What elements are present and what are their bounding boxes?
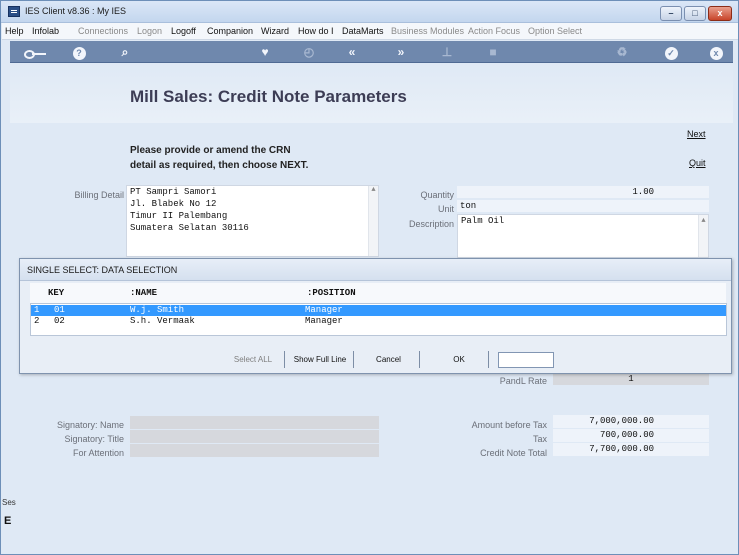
stop-icon[interactable]: ■ — [484, 44, 502, 60]
amount-before-tax-label: Amount before Tax — [471, 420, 547, 430]
menu-how-do-i[interactable]: How do I — [298, 26, 334, 36]
button-separator — [419, 351, 420, 368]
signatory-name-label: Signatory: Name — [56, 420, 124, 430]
row-number: 2 — [34, 316, 40, 326]
credit-note-total-field[interactable]: 7,700,000.00 — [553, 443, 709, 456]
dialog-button-bar: Select ALL Show Full Line Cancel OK — [20, 349, 731, 369]
data-selection-dialog: SINGLE SELECT: DATA SELECTION KEY :NAME … — [19, 258, 732, 374]
selection-list: 1 01 W.j. Smith Manager 2 02 S.h. Vermaa… — [30, 303, 727, 336]
menu-business-modules[interactable]: Business Modules — [391, 26, 464, 36]
button-separator — [353, 351, 354, 368]
back-icon[interactable]: « — [343, 44, 361, 60]
quit-link[interactable]: Quit — [689, 158, 706, 168]
billing-line: Jl. Blabek No 12 — [130, 199, 217, 209]
description-value: Palm Oil — [461, 216, 505, 226]
dialog-search-input[interactable] — [498, 352, 554, 368]
row-name: W.j. Smith — [130, 305, 185, 315]
quantity-field[interactable]: 1.00 — [457, 186, 709, 198]
row-name: S.h. Vermaak — [130, 316, 195, 326]
key-icon[interactable] — [22, 44, 48, 60]
session-icon: E — [4, 515, 12, 527]
description-label: Description — [408, 219, 454, 229]
ok-icon[interactable]: ✓ — [662, 44, 680, 60]
cancel-button[interactable]: Cancel — [360, 352, 417, 367]
quantity-label: Quantity — [420, 190, 454, 200]
signatory-title-field[interactable] — [130, 430, 379, 443]
history-icon[interactable]: ◴ — [300, 44, 318, 60]
row-position: Manager — [305, 316, 343, 326]
column-header-name[interactable]: :NAME — [130, 288, 157, 298]
pin-icon[interactable]: ⊥ — [438, 44, 456, 60]
close-button[interactable]: x — [708, 6, 732, 21]
ok-button[interactable]: OK — [430, 352, 488, 367]
column-header-position[interactable]: :POSITION — [307, 288, 356, 298]
next-link[interactable]: Next — [687, 129, 706, 139]
tax-label: Tax — [532, 434, 547, 444]
pandl-rate-field[interactable]: 1 — [553, 373, 709, 385]
select-all-button[interactable]: Select ALL — [225, 352, 281, 367]
column-header-key[interactable]: KEY — [48, 288, 64, 298]
window-title: IES Client v8.36 : My IES — [25, 6, 127, 16]
menu-bar: Help Infolab Connections Logon Logoff Co… — [2, 23, 738, 40]
close-icon[interactable]: x — [707, 44, 725, 60]
menu-connections[interactable]: Connections — [78, 26, 128, 36]
row-position: Manager — [305, 305, 343, 315]
tax-field[interactable]: 700,000.00 — [553, 429, 709, 442]
page-title: Mill Sales: Credit Note Parameters — [130, 87, 407, 106]
for-attention-label: For Attention — [72, 448, 124, 458]
header-band: Mill Sales: Credit Note Parameters — [10, 63, 733, 123]
button-separator — [488, 351, 489, 368]
menu-action-focus[interactable]: Action Focus — [468, 26, 520, 36]
menu-logon[interactable]: Logon — [137, 26, 162, 36]
amount-before-tax-field[interactable]: 7,000,000.00 — [553, 415, 709, 428]
forward-icon[interactable]: » — [392, 44, 410, 60]
row-key: 01 — [54, 305, 65, 315]
app-window: IES Client v8.36 : My IES – □ x Help Inf… — [0, 0, 739, 555]
session-label: Ses — [2, 498, 16, 507]
menu-infolab[interactable]: Infolab — [32, 26, 59, 36]
billing-detail-label: Billing Detail — [74, 190, 124, 200]
unit-field[interactable]: ton — [457, 200, 709, 212]
description-field[interactable]: Palm Oil ▲ — [457, 214, 709, 258]
billing-line: Timur II Palembang — [130, 211, 228, 221]
instruction-line-2: detail as required, then choose NEXT. — [130, 160, 309, 171]
recycle-icon[interactable]: ♻ — [613, 44, 631, 60]
signatory-name-field[interactable] — [130, 416, 379, 429]
billing-detail-field[interactable]: PT Sampri Samori Jl. Blabek No 12 Timur … — [126, 185, 379, 257]
app-icon — [8, 6, 20, 17]
search-icon[interactable]: ⌕ — [116, 44, 134, 60]
instruction-line-1: Please provide or amend the CRN — [130, 145, 291, 156]
maximize-button[interactable]: □ — [684, 6, 706, 21]
heart-icon[interactable]: ♥ — [256, 44, 274, 60]
billing-scrollbar[interactable]: ▲ — [368, 186, 378, 256]
menu-logoff[interactable]: Logoff — [171, 26, 196, 36]
table-row[interactable]: 1 01 W.j. Smith Manager — [31, 305, 726, 316]
help-icon[interactable]: ? — [70, 44, 88, 60]
dialog-column-headers: KEY :NAME :POSITION — [30, 283, 726, 303]
show-full-line-button[interactable]: Show Full Line — [289, 352, 351, 367]
pandl-rate-label: PandL Rate — [499, 376, 547, 386]
menu-option-select[interactable]: Option Select — [528, 26, 582, 36]
menu-datamarts[interactable]: DataMarts — [342, 26, 384, 36]
credit-note-total-label: Credit Note Total — [480, 448, 547, 458]
menu-help[interactable]: Help — [5, 26, 24, 36]
billing-line: PT Sampri Samori — [130, 187, 217, 197]
minimize-button[interactable]: – — [660, 6, 682, 21]
menu-wizard[interactable]: Wizard — [261, 26, 289, 36]
dialog-title: SINGLE SELECT: DATA SELECTION — [20, 259, 731, 281]
toolbar: ? ⌕ ♥ ◴ « » ⊥ ■ ♻ ✓ x — [10, 41, 733, 63]
button-separator — [284, 351, 285, 368]
description-scrollbar[interactable]: ▲ — [698, 215, 708, 257]
for-attention-field[interactable] — [130, 444, 379, 457]
unit-label: Unit — [437, 204, 454, 214]
billing-line: Sumatera Selatan 30116 — [130, 223, 249, 233]
table-row[interactable]: 2 02 S.h. Vermaak Manager — [31, 316, 726, 327]
signatory-title-label: Signatory: Title — [64, 434, 124, 444]
title-bar: IES Client v8.36 : My IES – □ x — [1, 1, 738, 23]
row-number: 1 — [34, 305, 40, 315]
row-key: 02 — [54, 316, 65, 326]
menu-companion[interactable]: Companion — [207, 26, 253, 36]
